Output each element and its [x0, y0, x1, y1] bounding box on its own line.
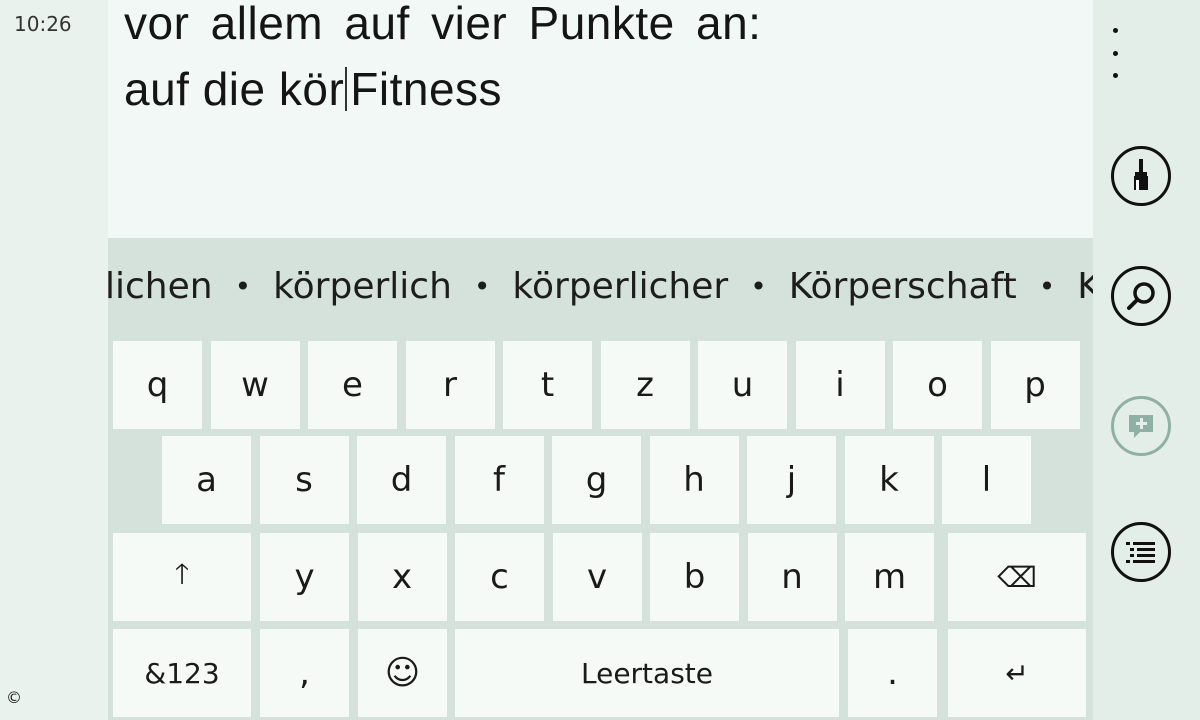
key-n[interactable]: n — [747, 533, 837, 621]
key-w[interactable]: w — [210, 341, 300, 429]
document-text-area[interactable]: vor allem auf vier Punkte an: auf die kö… — [108, 0, 1093, 238]
add-comment-button[interactable] — [1111, 396, 1171, 456]
key-a[interactable]: a — [162, 436, 251, 524]
key-l[interactable]: l — [942, 436, 1031, 524]
key-m[interactable]: m — [845, 533, 934, 621]
app-bar — [1093, 0, 1200, 720]
backspace-key[interactable]: ⌫ — [948, 533, 1086, 621]
key-x[interactable]: x — [357, 533, 447, 621]
suggestion-item[interactable]: Körperschaft — [789, 266, 1017, 307]
document-line-1: vor allem auf vier Punkte an: — [124, 0, 762, 49]
key-e[interactable]: e — [308, 341, 397, 429]
text-before-caret: auf die kör — [124, 63, 345, 115]
brush-icon — [1134, 159, 1148, 190]
add-comment-icon — [1129, 415, 1153, 438]
key-s[interactable]: s — [259, 436, 349, 524]
suggestion-item[interactable]: körperlich — [273, 266, 452, 307]
key-u[interactable]: u — [698, 341, 787, 429]
key-r[interactable]: r — [405, 341, 495, 429]
suggestion-item[interactable]: K — [1077, 266, 1093, 307]
key-v[interactable]: v — [552, 533, 642, 621]
enter-key[interactable]: ↵ — [948, 629, 1086, 717]
suggestion-list: lichen • körperlich • körperlicher • Körpersch… — [108, 266, 1093, 307]
key-j[interactable]: j — [747, 436, 836, 524]
suggestion-separator: • — [1038, 270, 1056, 303]
suggestion-separator: • — [234, 270, 252, 303]
key-b[interactable]: b — [650, 533, 739, 621]
copyright-mark: © — [6, 688, 22, 707]
status-time: 10:26 — [14, 12, 72, 36]
suggestion-item[interactable]: lichen — [108, 266, 213, 307]
symbols-key[interactable]: &123 — [113, 629, 251, 717]
phone-screen: 10:26 © vor allem auf vier Punkte an: au… — [0, 0, 1200, 720]
key-y[interactable]: y — [260, 533, 349, 621]
more-dots-icon[interactable] — [1107, 28, 1123, 78]
key-f[interactable]: f — [454, 436, 544, 524]
shift-key[interactable]: 🡑 — [113, 533, 251, 621]
format-button[interactable] — [1111, 146, 1171, 206]
suggestion-separator: • — [473, 270, 491, 303]
suggestion-item[interactable]: körperlicher — [512, 266, 728, 307]
search-icon — [1127, 282, 1155, 310]
suggestion-bar: lichen • körperlich • körperlicher • Körpersch… — [108, 238, 1093, 336]
key-h[interactable]: h — [649, 436, 739, 524]
key-k[interactable]: k — [844, 436, 934, 524]
emoji-key[interactable]: ☺ — [358, 629, 447, 717]
comma-key[interactable]: , — [260, 629, 349, 717]
space-key[interactable]: Leertaste — [455, 629, 839, 717]
key-q[interactable]: q — [113, 341, 202, 429]
suggestion-separator: • — [750, 270, 767, 303]
key-o[interactable]: o — [893, 341, 982, 429]
find-button[interactable] — [1111, 266, 1171, 326]
key-t[interactable]: t — [503, 341, 592, 429]
key-z[interactable]: z — [600, 341, 690, 429]
text-after-caret: Fitness — [350, 63, 503, 115]
document-line-2: auf die kör Fitness — [124, 62, 502, 116]
period-key[interactable]: . — [848, 629, 937, 717]
key-d[interactable]: d — [357, 436, 446, 524]
key-c[interactable]: c — [455, 533, 544, 621]
text-caret — [345, 67, 348, 111]
list-icon — [1126, 542, 1155, 563]
key-g[interactable]: g — [552, 436, 641, 524]
soft-keyboard: lichen • körperlich • körperlicher • Körpersch… — [108, 238, 1093, 720]
key-i[interactable]: i — [795, 341, 885, 429]
outline-button[interactable] — [1111, 522, 1171, 582]
key-p[interactable]: p — [990, 341, 1080, 429]
